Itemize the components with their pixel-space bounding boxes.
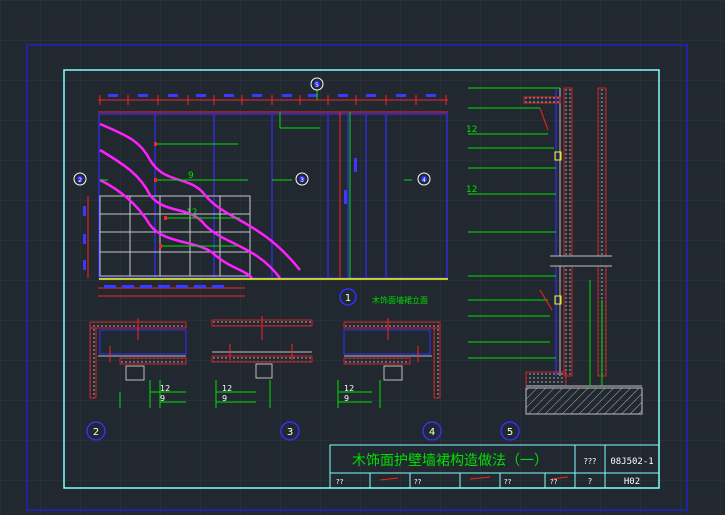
footer-cell-2: ?? xyxy=(414,478,422,486)
page-label: ? xyxy=(588,477,592,486)
drawing-canvas: 9 12 2 3 4 5 1 木饰面墙裙立面 12 9 12 9 12 9 2 … xyxy=(0,0,725,515)
detail-2-label-12: 12 xyxy=(160,384,170,393)
detail-4-label-9: 9 xyxy=(344,394,349,403)
callout-top-number: 5 xyxy=(315,82,319,89)
section-5-label-12b: 12 xyxy=(466,185,477,195)
detail-number-4-text: 4 xyxy=(429,427,435,438)
elevation-caption: 木饰面墙裙立面 xyxy=(372,295,428,305)
atlas-code: 08J502-1 xyxy=(610,457,653,467)
background-grid xyxy=(0,0,725,515)
code-label: ??? xyxy=(584,457,597,466)
detail-3-label-12: 12 xyxy=(222,384,232,393)
callout-right-number: 4 xyxy=(422,177,426,184)
callout-mid-number: 3 xyxy=(300,177,304,184)
footer-cell-4: ?? xyxy=(550,478,558,486)
callout-left-number: 2 xyxy=(78,177,82,184)
drawing-title: 木饰面护壁墙裙构造做法（一） xyxy=(352,453,548,469)
footer-cell-3: ?? xyxy=(504,478,512,486)
detail-3-label-9: 9 xyxy=(222,394,227,403)
detail-number-3-text: 3 xyxy=(287,427,293,438)
detail-number-2-text: 2 xyxy=(93,427,99,438)
footer-cell-1: ?? xyxy=(336,478,344,486)
detail-4-label-12: 12 xyxy=(344,384,354,393)
detail-number-5-text: 5 xyxy=(507,427,513,438)
elevation-label-9: 9 xyxy=(188,171,194,181)
section-5-label-12a: 12 xyxy=(466,125,477,135)
elevation-label-12: 12 xyxy=(186,208,197,218)
elevation-number: 1 xyxy=(345,293,351,304)
page-number: H02 xyxy=(624,477,640,487)
detail-2-label-9: 9 xyxy=(160,394,165,403)
